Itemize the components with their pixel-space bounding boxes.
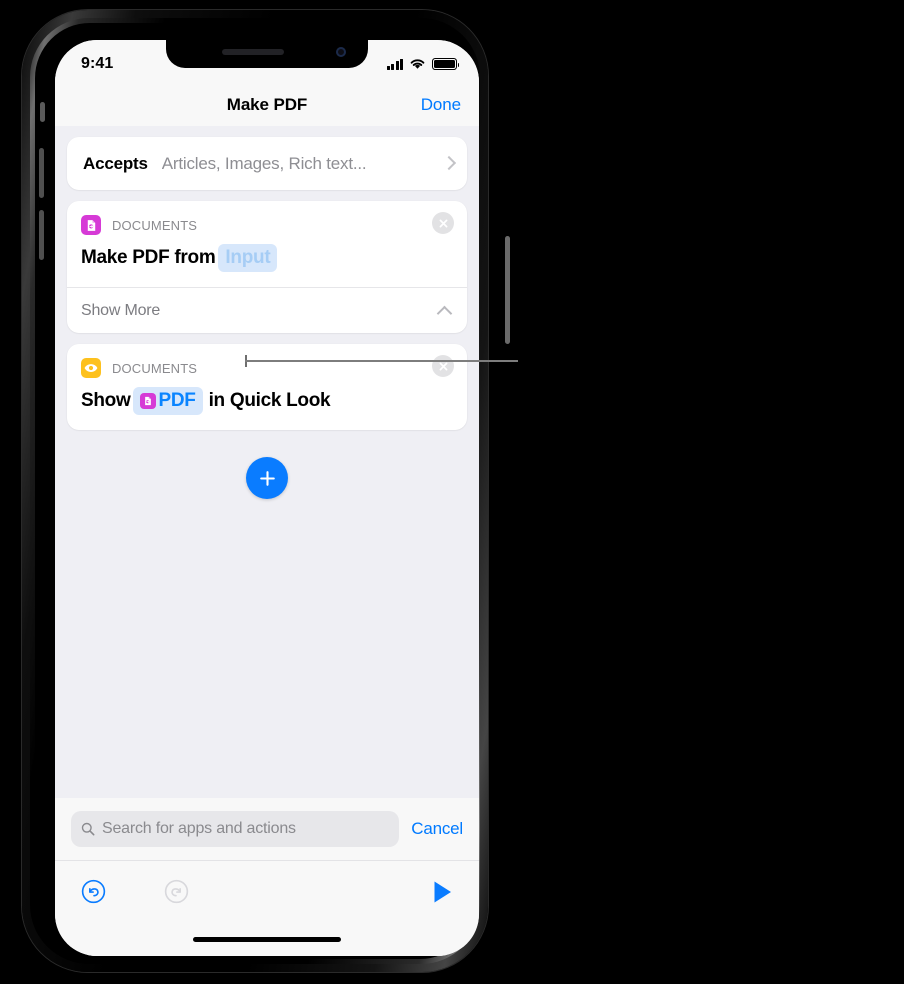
done-button[interactable]: Done (421, 95, 461, 115)
run-button[interactable] (432, 880, 453, 904)
home-indicator-area (55, 922, 479, 956)
volume-down-button[interactable] (39, 210, 44, 260)
undo-icon (81, 879, 106, 904)
play-icon (434, 881, 451, 902)
accepts-value: Articles, Images, Rich text... (161, 153, 367, 173)
phone-frame: 9:41 Make PDF Done Accepts Articles, Ima… (22, 10, 510, 972)
callout-line (245, 360, 518, 362)
workflow-editor: Accepts Articles, Images, Rich text... D… (55, 126, 479, 798)
quick-look-eye-icon (81, 358, 101, 378)
magic-variable-token-label: PDF (158, 390, 196, 411)
home-indicator[interactable] (193, 936, 341, 942)
pdf-document-icon (140, 393, 157, 409)
variable-token-label: Input (225, 247, 271, 268)
status-time: 9:41 (81, 55, 114, 72)
screenshot-root: 9:41 Make PDF Done Accepts Articles, Ima… (0, 0, 904, 984)
action-category: DOCUMENTS (112, 360, 198, 376)
action-card-make-pdf[interactable]: DOCUMENTS Make PDF from Input Show More (67, 201, 467, 333)
chevron-right-icon (444, 156, 453, 171)
action-text-before: Show (81, 390, 131, 411)
navigation-bar: Make PDF Done (55, 84, 479, 126)
front-camera (336, 47, 346, 57)
variable-token-input[interactable]: Input (218, 244, 278, 272)
redo-button[interactable] (164, 879, 189, 904)
make-pdf-document-icon (81, 215, 101, 235)
status-indicators (386, 54, 460, 70)
show-more-row[interactable]: Show More (67, 287, 467, 333)
wifi-icon (410, 59, 425, 69)
search-input[interactable]: Search for apps and actions (71, 811, 400, 847)
signal-bars-icon (386, 58, 403, 70)
close-circle-icon[interactable] (432, 212, 454, 234)
action-body-quick-look: Show PDF in Quick Look (67, 378, 467, 430)
callout-leader-line (245, 355, 518, 367)
undo-button[interactable] (81, 879, 106, 904)
action-text-after: in Quick Look (208, 390, 331, 411)
add-action-button[interactable] (246, 457, 288, 499)
battery-icon (432, 58, 460, 70)
page-title: Make PDF (226, 95, 308, 114)
redo-icon (164, 879, 189, 904)
action-header: DOCUMENTS (67, 201, 467, 235)
power-button[interactable] (505, 236, 510, 344)
search-icon (81, 822, 95, 836)
earpiece-speaker (222, 49, 284, 55)
action-text-before: Make PDF from (81, 247, 216, 268)
search-placeholder: Search for apps and actions (102, 820, 296, 837)
action-body-make-pdf: Make PDF from Input (67, 235, 467, 287)
accepts-row[interactable]: Accepts Articles, Images, Rich text... (67, 137, 467, 190)
magic-variable-token-pdf[interactable]: PDF (133, 387, 203, 415)
bottom-toolbar (55, 860, 479, 922)
plus-icon (259, 470, 275, 486)
show-more-label: Show More (81, 301, 161, 319)
notch (166, 40, 368, 68)
phone-screen: 9:41 Make PDF Done Accepts Articles, Ima… (55, 40, 479, 956)
accepts-card[interactable]: Accepts Articles, Images, Rich text... (67, 137, 467, 190)
cancel-button[interactable]: Cancel (411, 819, 463, 839)
mute-switch-button[interactable] (40, 102, 45, 122)
action-category: DOCUMENTS (112, 217, 198, 233)
chevron-up-icon (438, 306, 452, 316)
add-action-wrapper (67, 457, 467, 499)
search-bar: Search for apps and actions Cancel (55, 798, 479, 860)
accepts-label: Accepts (83, 153, 148, 173)
volume-up-button[interactable] (39, 148, 44, 198)
